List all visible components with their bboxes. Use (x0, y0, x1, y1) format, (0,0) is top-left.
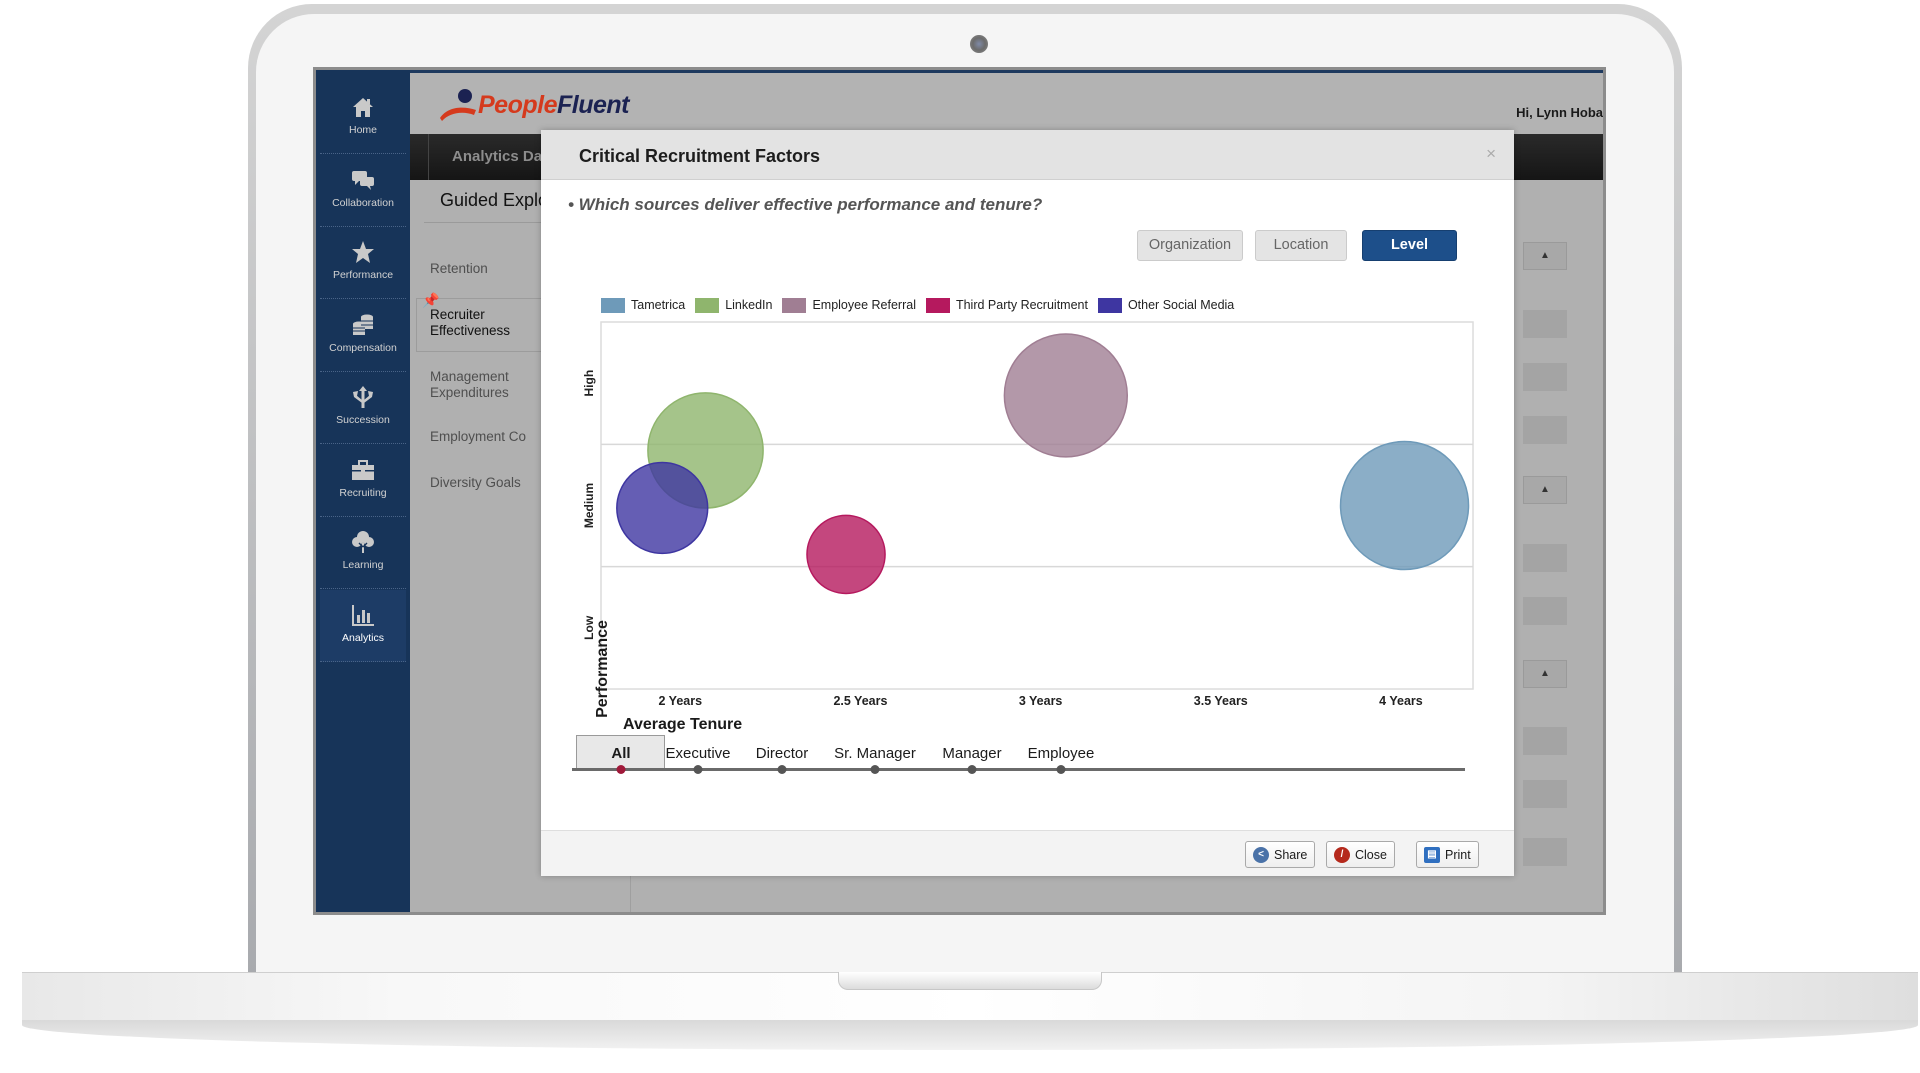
close-button[interactable]: / Close (1326, 841, 1395, 868)
logo-person-icon (440, 89, 476, 121)
sidebar: Home Collaboration Performance Compensation… (316, 70, 410, 912)
print-label: Print (1445, 847, 1471, 862)
printer-icon: ▤ (1424, 846, 1440, 863)
sidebar-item-label: Collaboration (332, 196, 394, 209)
placeholder-row (1523, 727, 1567, 755)
camera-icon (970, 35, 988, 53)
y-band-label: Medium (582, 483, 596, 528)
sidebar-item-home[interactable]: Home (320, 82, 406, 154)
app-header: PeopleFluent Hi, Lynn Hoba (410, 70, 1603, 134)
coins-icon (350, 312, 376, 338)
collapse-button[interactable]: ▲ (1523, 660, 1567, 688)
briefcase-icon (350, 457, 376, 483)
placeholder-row (1523, 780, 1567, 808)
close-label: Close (1355, 847, 1387, 862)
home-icon (350, 94, 376, 120)
side-link-recruiter-effectiveness[interactable]: Recruiter Effectiveness (430, 307, 510, 339)
user-greeting[interactable]: Hi, Lynn Hoba (1516, 105, 1603, 120)
laptop-notch (838, 972, 1102, 990)
side-link-retention[interactable]: Retention (430, 261, 488, 277)
bubble-tametrica[interactable] (1339, 440, 1470, 571)
side-link-line: Expenditures (430, 385, 509, 400)
share-icon: < (1253, 846, 1269, 863)
placeholder-row (1523, 416, 1567, 444)
laptop-base-shadow (22, 1020, 1918, 1050)
sidebar-item-analytics[interactable]: Analytics (320, 589, 406, 662)
sidebar-item-label: Performance (332, 269, 394, 281)
level-option-manager[interactable]: Manager (942, 745, 1001, 762)
level-option-executive[interactable]: Executive (665, 745, 730, 762)
placeholder-row (1523, 597, 1567, 625)
sidebar-item-label: Analytics (341, 631, 384, 644)
x-tick-label: 4 Years (1379, 694, 1423, 708)
dialog-footer: < Share / Close ▤ Print (541, 830, 1514, 876)
y-axis-title: Performance (594, 620, 611, 718)
x-axis-title: Average Tenure (623, 716, 743, 733)
print-button[interactable]: ▤ Print (1416, 841, 1479, 868)
page-subtitle: Guided Explo (440, 190, 549, 210)
sidebar-item-collaboration[interactable]: Collaboration (320, 155, 406, 227)
placeholder-row (1523, 838, 1567, 866)
bubble-employee-referral[interactable] (1003, 333, 1129, 458)
level-slider-stop[interactable] (616, 765, 626, 774)
side-link-diversity-goals[interactable]: Diversity Goals (430, 475, 521, 491)
bar-chart-icon (350, 602, 376, 628)
collapse-button[interactable]: ▲ (1523, 476, 1567, 504)
tab-separator (428, 134, 429, 180)
side-link-line: Effectiveness (430, 323, 511, 338)
side-link-line: Recruiter (430, 307, 485, 322)
level-slider-stop[interactable] (967, 765, 977, 774)
bubble-other-social-media[interactable] (616, 461, 709, 555)
level-option-sr-manager[interactable]: Sr. Manager (834, 745, 916, 762)
bubble-third-party-recruitment[interactable] (806, 514, 886, 595)
sidebar-item-label: Recruiting (339, 486, 387, 499)
tab-analytics-dashboard[interactable]: Analytics Da (452, 148, 542, 165)
sidebar-item-learning[interactable]: Learning (320, 517, 406, 589)
share-button[interactable]: < Share (1245, 841, 1316, 868)
x-tick-label: 2 Years (658, 694, 702, 708)
logo-text: PeopleFluent (478, 91, 629, 120)
level-option-all[interactable]: All (611, 745, 630, 762)
star-icon (350, 239, 376, 265)
sidebar-item-label: Compensation (329, 341, 397, 354)
placeholder-row (1523, 310, 1567, 338)
sidebar-item-compensation[interactable]: Compensation (320, 300, 406, 372)
level-slider-stop[interactable] (870, 765, 880, 774)
sidebar-item-recruiting[interactable]: Recruiting (320, 445, 406, 517)
placeholder-row (1523, 363, 1567, 391)
level-slider-track[interactable] (572, 768, 1465, 771)
sidebar-item-label: Home (348, 124, 377, 136)
placeholder-row (1523, 544, 1567, 572)
sidebar-item-label: Succession (336, 414, 390, 426)
side-link-employment-costs[interactable]: Employment Co (430, 429, 526, 445)
collapse-button[interactable]: ▲ (1523, 242, 1567, 270)
x-tick-label: 2.5 Years (833, 694, 887, 708)
pin-icon[interactable]: 📌 (422, 292, 439, 308)
logo-text-fluent: Fluent (556, 90, 630, 119)
peoplefluent-logo[interactable]: PeopleFluent (438, 85, 629, 125)
level-slider-stop[interactable] (1056, 765, 1066, 774)
sidebar-item-label: Learning (342, 559, 384, 571)
level-slider-stop[interactable] (693, 765, 703, 774)
y-band-label: High (582, 370, 596, 397)
side-link-line: Management (430, 369, 509, 384)
level-option-employee[interactable]: Employee (1028, 745, 1095, 762)
critical-recruitment-factors-dialog: Critical Recruitment Factors × • Which s… (541, 130, 1514, 876)
x-tick-label: 3 Years (1019, 694, 1063, 708)
share-label: Share (1274, 847, 1308, 862)
level-option-director[interactable]: Director (756, 745, 809, 762)
bubble-chart: LowMediumHigh2 Years 2.5 Years 3 Years 3.5 … (582, 321, 1474, 708)
close-circle-icon: / (1334, 846, 1350, 863)
chat-bubbles-icon (350, 167, 376, 193)
level-slider-stop[interactable] (777, 765, 787, 774)
logo-text-people: People (478, 90, 557, 119)
split-arrows-icon (350, 384, 376, 410)
tree-icon (350, 529, 376, 555)
sidebar-item-succession[interactable]: Succession (320, 372, 406, 444)
sidebar-item-performance[interactable]: Performance (320, 227, 406, 299)
side-link-management-expenditures[interactable]: Management Expenditures (430, 369, 509, 401)
x-tick-label: 3.5 Years (1194, 694, 1248, 708)
